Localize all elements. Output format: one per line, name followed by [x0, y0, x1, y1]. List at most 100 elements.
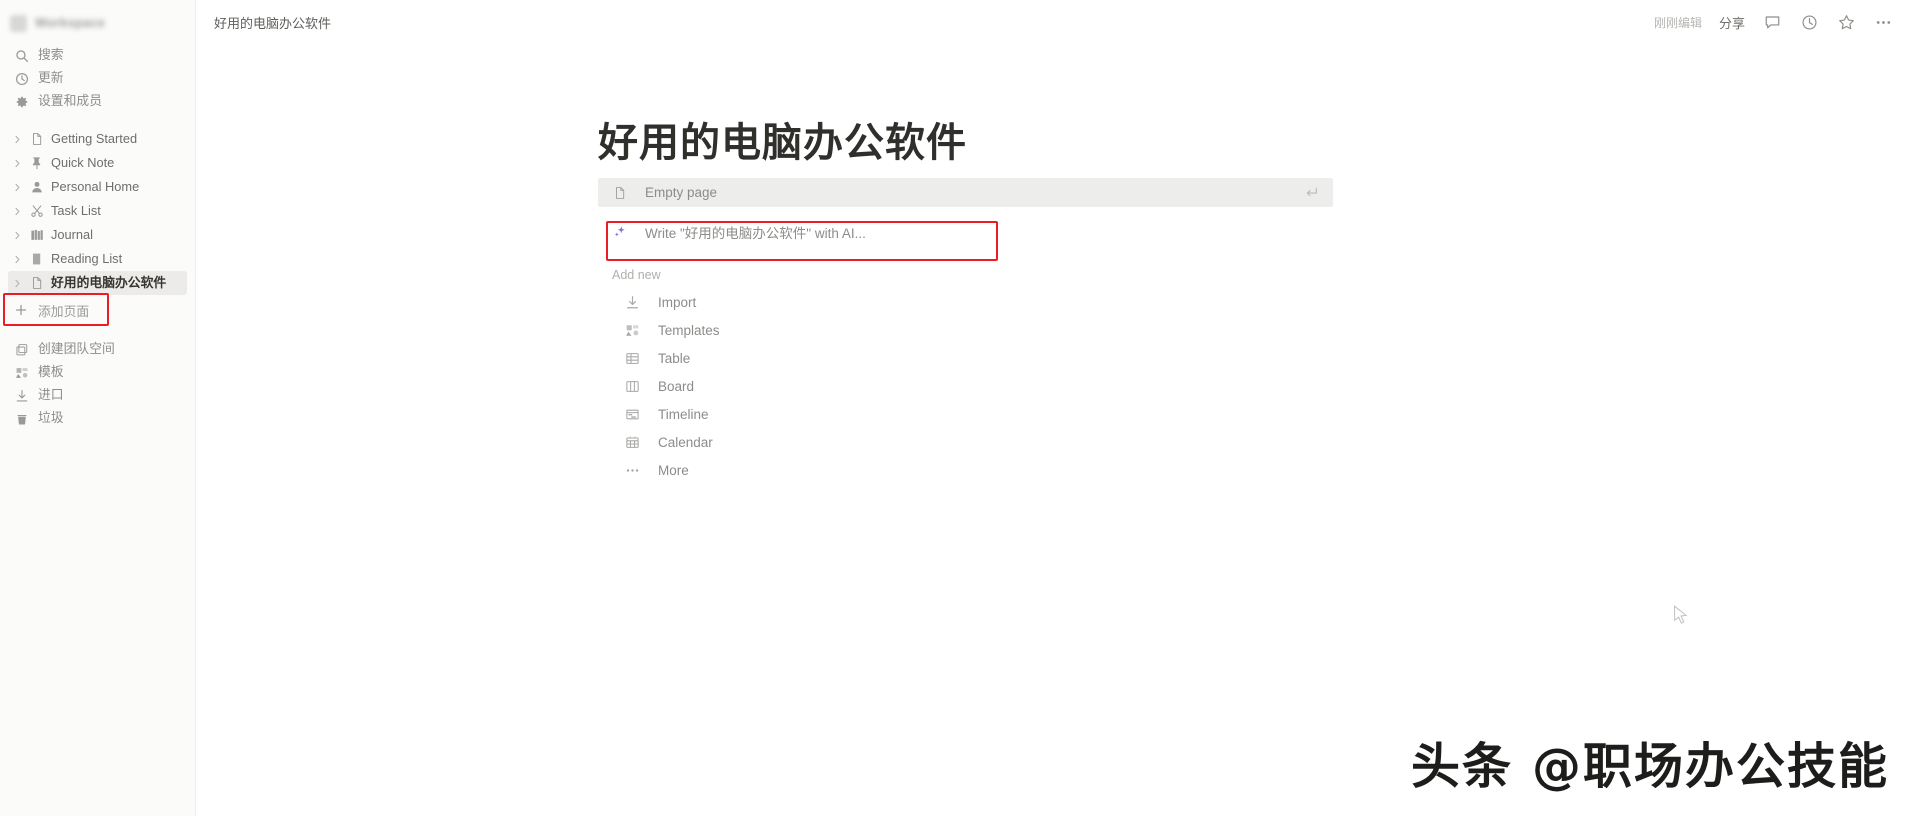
- workspace-name: Workspace: [35, 16, 106, 30]
- add-new-timeline[interactable]: Timeline: [598, 400, 1333, 428]
- watermark: 头条 @职场办公技能: [1410, 738, 1889, 795]
- scissors-icon: [28, 203, 45, 220]
- suggestion-write-with-ai-label: Write "好用的电脑办公软件" with AI...: [645, 225, 866, 241]
- suggestion-empty-page[interactable]: Empty page: [598, 178, 1333, 207]
- sidebar-bottom-label: 创建团队空间: [38, 341, 115, 357]
- sidebar-page-label: Reading List: [51, 250, 123, 266]
- add-new-label: Timeline: [658, 406, 709, 422]
- sidebar-item-import[interactable]: 进口: [8, 384, 187, 407]
- sidebar-item-task-list[interactable]: Task List: [8, 199, 187, 223]
- share-button[interactable]: 分享: [1719, 13, 1745, 32]
- last-edited-status: 刚刚编辑: [1653, 16, 1702, 30]
- trash-icon: [14, 411, 29, 426]
- document-icon: [28, 131, 45, 148]
- clock-icon: [14, 71, 29, 86]
- sidebar-bottom-label: 模板: [38, 364, 64, 380]
- sidebar-item-current-page[interactable]: 好用的电脑办公软件: [8, 271, 187, 295]
- import-arrow-icon: [624, 294, 640, 310]
- chevron-right-icon[interactable]: [10, 180, 24, 194]
- timeline-icon: [624, 406, 640, 422]
- add-new-board[interactable]: Board: [598, 372, 1333, 400]
- chevron-right-icon[interactable]: [10, 228, 24, 242]
- sidebar-divider-top: [0, 113, 195, 127]
- search-icon: [14, 48, 29, 63]
- chevron-right-icon[interactable]: [10, 276, 24, 290]
- workspace-avatar: [10, 14, 27, 32]
- topbar-actions: 刚刚编辑 分享: [1654, 13, 1893, 33]
- templates-icon: [14, 365, 29, 380]
- more-icon[interactable]: [1873, 13, 1893, 33]
- sidebar-item-trash[interactable]: 垃圾: [8, 407, 187, 430]
- add-new-calendar[interactable]: Calendar: [598, 428, 1333, 456]
- breadcrumb[interactable]: 好用的电脑办公软件: [214, 13, 331, 32]
- sidebar-item-settings-label: 设置和成员: [38, 93, 102, 109]
- sidebar-item-getting-started[interactable]: Getting Started: [8, 127, 187, 151]
- add-new-label: More: [658, 462, 689, 478]
- books-icon: [28, 227, 45, 244]
- sidebar-bottom-group: 创建团队空间 模板 进口 垃圾: [0, 338, 195, 430]
- document-icon: [28, 275, 45, 292]
- add-new-label: Calendar: [658, 434, 713, 450]
- add-new-more[interactable]: More: [598, 456, 1333, 484]
- suggestion-empty-page-label: Empty page: [645, 185, 718, 200]
- sidebar-item-create-teamspace[interactable]: 创建团队空间: [8, 338, 187, 361]
- sidebar-bottom-label: 垃圾: [38, 410, 64, 426]
- add-new-label: Templates: [658, 322, 720, 338]
- sidebar-item-journal[interactable]: Journal: [8, 223, 187, 247]
- document-icon: [612, 185, 628, 201]
- chevron-right-icon[interactable]: [10, 156, 24, 170]
- sidebar-divider-bottom: [0, 322, 195, 338]
- sidebar-item-quick-note[interactable]: Quick Note: [8, 151, 187, 175]
- history-clock-icon[interactable]: [1799, 13, 1819, 33]
- add-new-list: Import Templates Table Board Timeline Ca…: [598, 288, 1911, 484]
- sidebar-page-label: Getting Started: [51, 130, 138, 146]
- main-content: 好用的电脑办公软件 刚刚编辑 分享 好用的电脑办公软件 Empty page W…: [196, 0, 1911, 816]
- sidebar-page-label: 好用的电脑办公软件: [51, 274, 167, 290]
- gear-icon: [14, 94, 29, 109]
- return-icon: [1305, 186, 1319, 200]
- add-page-container: 添加页面: [0, 293, 195, 326]
- sidebar-page-label: Quick Note: [51, 154, 115, 170]
- add-new-label: Board: [658, 378, 695, 394]
- notion-app-window: Workspace 搜索 更新 设置和成员 Getting Started Qu…: [0, 0, 1911, 816]
- sidebar-item-templates[interactable]: 模板: [8, 361, 187, 384]
- star-icon[interactable]: [1836, 13, 1856, 33]
- add-new-heading: Add new: [612, 268, 661, 282]
- sidebar-item-reading-list[interactable]: Reading List: [8, 247, 187, 271]
- sidebar-item-search-label: 搜索: [38, 47, 64, 63]
- add-new-table[interactable]: Table: [598, 344, 1333, 372]
- sidebar-page-tree: Getting Started Quick Note Personal Home…: [0, 127, 195, 295]
- add-new-label: Import: [658, 294, 697, 310]
- add-new-templates[interactable]: Templates: [598, 316, 1333, 344]
- calendar-icon: [624, 434, 640, 450]
- sidebar-item-search[interactable]: 搜索: [8, 44, 187, 67]
- sidebar-item-settings[interactable]: 设置和成员: [8, 90, 187, 113]
- sidebar-item-personal-home[interactable]: Personal Home: [8, 175, 187, 199]
- chevron-right-icon[interactable]: [10, 132, 24, 146]
- add-new-label: Table: [658, 350, 691, 366]
- workspace-switcher[interactable]: Workspace: [0, 6, 195, 40]
- templates-icon: [624, 322, 640, 338]
- topbar: 好用的电脑办公软件 刚刚编辑 分享: [196, 0, 1911, 45]
- table-icon: [624, 350, 640, 366]
- comment-icon[interactable]: [1762, 13, 1782, 33]
- page-title[interactable]: 好用的电脑办公软件: [598, 120, 1911, 166]
- add-new-import[interactable]: Import: [598, 288, 1333, 316]
- chevron-right-icon[interactable]: [10, 204, 24, 218]
- add-page-button[interactable]: 添加页面: [8, 298, 187, 322]
- pushpin-icon: [28, 155, 45, 172]
- board-icon: [624, 378, 640, 394]
- suggestion-write-with-ai[interactable]: Write "好用的电脑办公软件" with AI...: [598, 217, 1333, 246]
- notebook-icon: [28, 251, 45, 268]
- mouse-cursor-icon: [1673, 605, 1689, 627]
- sidebar-nav-group: 搜索 更新 设置和成员: [0, 44, 195, 113]
- import-icon: [14, 388, 29, 403]
- sidebar-item-updates[interactable]: 更新: [8, 67, 187, 90]
- chevron-right-icon[interactable]: [10, 252, 24, 266]
- page-body: 好用的电脑办公软件 Empty page Write "好用的电脑办公软件" w…: [196, 45, 1911, 484]
- plus-icon: [14, 304, 27, 317]
- teamspace-icon: [14, 342, 29, 357]
- sidebar-item-updates-label: 更新: [38, 70, 64, 86]
- sidebar-page-label: Task List: [51, 202, 101, 218]
- ellipsis-icon: [624, 462, 640, 478]
